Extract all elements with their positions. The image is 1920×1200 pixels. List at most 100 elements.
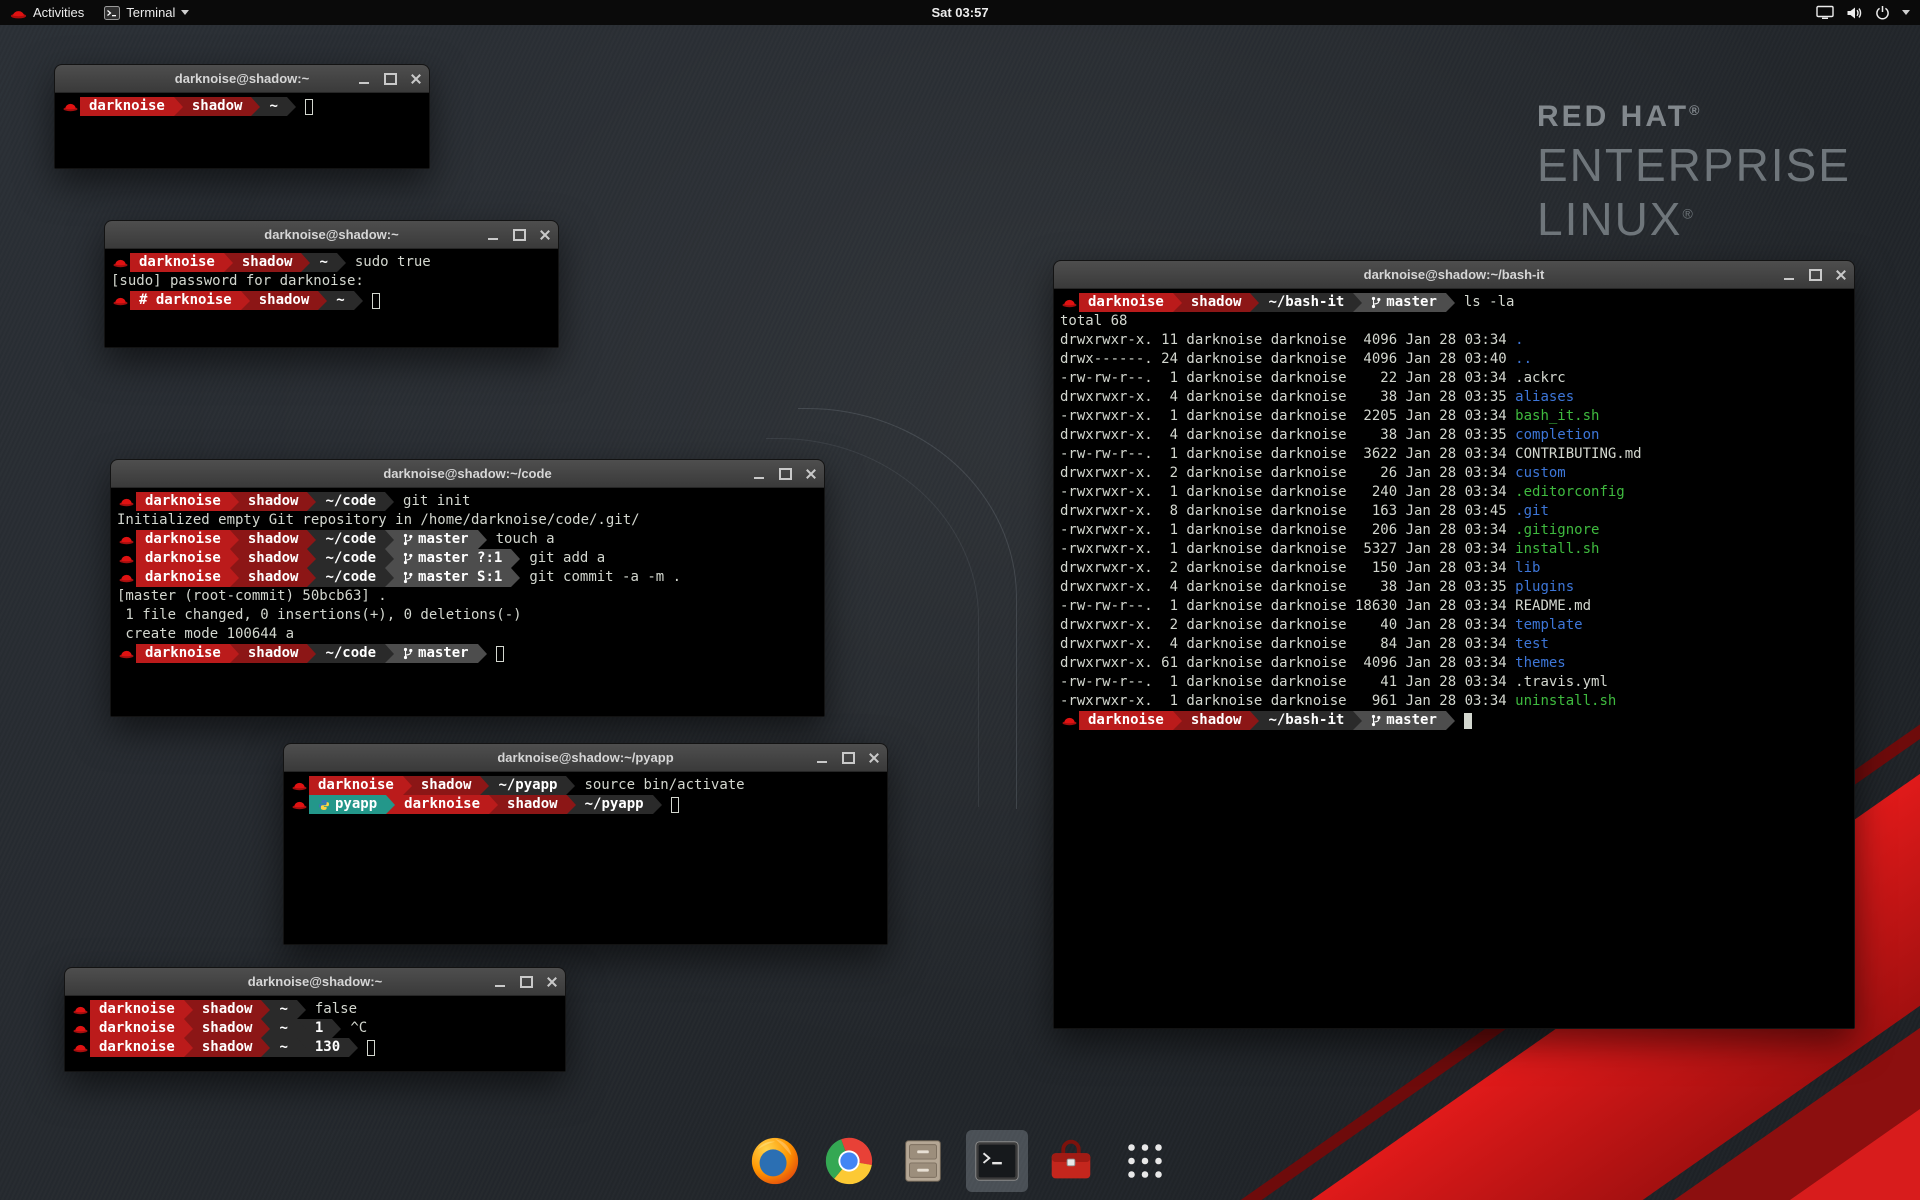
minimize-button[interactable] — [351, 65, 377, 92]
powerline-arrow — [307, 568, 316, 587]
maximize-button[interactable] — [513, 968, 539, 995]
prompt-line: darknoiseshadow~/codemaster — [117, 644, 818, 663]
terminal-window[interactable]: darknoise@shadow:~darknoiseshadow~ — [54, 64, 430, 169]
maximize-button[interactable] — [1802, 261, 1828, 288]
prompt-segment-user: darknoise — [136, 530, 230, 549]
close-button[interactable] — [539, 968, 565, 995]
git-branch-icon — [403, 552, 413, 565]
fedora-icon — [1060, 297, 1079, 308]
output-line: -rwxrwxr-x. 1 darknoise darknoise 2205 J… — [1060, 407, 1848, 426]
powerline-arrow — [511, 549, 520, 568]
terminal-content[interactable]: darknoiseshadow~ — [55, 93, 429, 168]
minimize-button[interactable] — [1776, 261, 1802, 288]
close-button[interactable] — [798, 460, 824, 487]
terminal-content[interactable]: darknoiseshadow~/bash-itmasterls -latota… — [1054, 289, 1854, 1028]
terminal-content[interactable]: darknoiseshadow~/pyappsource bin/activat… — [284, 772, 887, 944]
powerline-arrow — [386, 795, 395, 814]
terminal-icon[interactable] — [966, 1130, 1028, 1192]
app-menu[interactable]: Terminal — [94, 0, 199, 25]
maximize-button[interactable] — [506, 221, 532, 248]
minimize-button[interactable] — [487, 968, 513, 995]
terminal-window[interactable]: darknoise@shadow:~darknoiseshadow~falsed… — [64, 967, 566, 1072]
prompt-line: darknoiseshadow~130 — [71, 1038, 559, 1057]
file-name: .. — [1515, 350, 1532, 369]
app-grid-icon[interactable] — [1114, 1130, 1176, 1192]
output-line: drwxrwxr-x. 2 darknoise darknoise 26 Jan… — [1060, 464, 1848, 483]
powerline-arrow — [184, 1038, 193, 1057]
prompt-line: darknoiseshadow~sudo true — [111, 253, 552, 272]
output-line: total 68 — [1060, 312, 1848, 331]
output-line: create mode 100644 a — [117, 625, 818, 644]
terminal-content[interactable]: darknoiseshadow~falsedarknoiseshadow~1^C… — [65, 996, 565, 1071]
minimize-button[interactable] — [480, 221, 506, 248]
fedora-icon — [1060, 715, 1079, 726]
output-line: -rwxrwxr-x. 1 darknoise darknoise 206 Ja… — [1060, 521, 1848, 540]
rhel-logo: RED HAT® ENTERPRISE LINUX® — [1537, 100, 1851, 246]
prompt-segment-host: shadow — [193, 1038, 262, 1057]
toolbox-icon[interactable] — [1040, 1130, 1102, 1192]
window-titlebar[interactable]: darknoise@shadow:~/pyapp — [284, 744, 887, 772]
window-titlebar[interactable]: darknoise@shadow:~/bash-it — [1054, 261, 1854, 289]
file-name: .editorconfig — [1515, 483, 1625, 502]
file-name: bash_it.sh — [1515, 407, 1599, 426]
fedora-icon — [290, 780, 309, 791]
terminal-window[interactable]: darknoise@shadow:~/code darknoiseshadow~/… — [110, 459, 825, 717]
close-button[interactable] — [1828, 261, 1854, 288]
volume-icon[interactable] — [1846, 6, 1863, 20]
terminal-content[interactable]: darknoiseshadow~/codegit initInitialized… — [111, 488, 824, 716]
terminal-cursor — [367, 1040, 375, 1056]
minimize-button[interactable] — [809, 744, 835, 771]
prompt-segment-host: shadow — [1182, 711, 1251, 730]
terminal-cursor — [372, 293, 380, 309]
window-titlebar[interactable]: darknoise@shadow:~/code — [111, 460, 824, 488]
file-meta: -rwxrwxr-x. 1 darknoise darknoise 5327 J… — [1060, 540, 1515, 559]
prompt-segment-git: master ?:1 — [394, 549, 511, 568]
chrome-icon[interactable] — [818, 1130, 880, 1192]
prompt-line: darknoiseshadow~/bash-itmaster — [1060, 711, 1848, 730]
terminal-window[interactable]: darknoise@shadow:~/pyappdarknoiseshadow~… — [283, 743, 888, 945]
powerline-arrow — [385, 549, 394, 568]
command-text: touch a — [496, 530, 555, 549]
fedora-icon — [117, 534, 136, 545]
prompt-segment-host: shadow — [193, 1019, 262, 1038]
powerline-arrow — [307, 549, 316, 568]
maximize-button[interactable] — [377, 65, 403, 92]
maximize-button[interactable] — [772, 460, 798, 487]
display-icon[interactable] — [1816, 5, 1834, 20]
files-icon[interactable] — [892, 1130, 954, 1192]
terminal-window[interactable]: darknoise@shadow:~darknoiseshadow~sudo t… — [104, 220, 559, 348]
minimize-button[interactable] — [746, 460, 772, 487]
app-menu-label: Terminal — [126, 5, 175, 20]
prompt-segment-host: shadow — [239, 549, 308, 568]
terminal-content[interactable]: darknoiseshadow~sudo true[sudo] password… — [105, 249, 558, 347]
maximize-button[interactable] — [835, 744, 861, 771]
close-button[interactable] — [532, 221, 558, 248]
prompt-segment-host: shadow — [239, 568, 308, 587]
powerline-arrow — [478, 530, 487, 549]
fedora-icon — [61, 101, 80, 112]
power-icon[interactable] — [1875, 5, 1890, 20]
window-titlebar[interactable]: darknoise@shadow:~ — [65, 968, 565, 996]
output-text: total 68 — [1060, 312, 1127, 331]
close-button[interactable] — [861, 744, 887, 771]
file-name: themes — [1515, 654, 1566, 673]
window-titlebar[interactable]: darknoise@shadow:~ — [105, 221, 558, 249]
powerline-arrow — [566, 776, 575, 795]
prompt-segment-user: darknoise — [90, 1038, 184, 1057]
terminal-window[interactable]: darknoise@shadow:~/bash-itdarknoiseshado… — [1053, 260, 1855, 1029]
powerline-arrow — [174, 97, 183, 116]
powerline-arrow — [354, 291, 363, 310]
prompt-segment-host: shadow — [1182, 293, 1251, 312]
close-button[interactable] — [403, 65, 429, 92]
file-name: .travis.yml — [1515, 673, 1608, 692]
prompt-segment-user: darknoise — [136, 644, 230, 663]
powerline-arrow — [251, 97, 260, 116]
file-name: .git — [1515, 502, 1549, 521]
clock[interactable]: Sat 03:57 — [931, 5, 988, 20]
activities-button[interactable]: Activities — [0, 0, 94, 25]
powerline-arrow — [385, 568, 394, 587]
output-line: 1 file changed, 0 insertions(+), 0 delet… — [117, 606, 818, 625]
window-titlebar[interactable]: darknoise@shadow:~ — [55, 65, 429, 93]
firefox-icon[interactable] — [744, 1130, 806, 1192]
chevron-down-icon[interactable] — [1902, 10, 1910, 15]
